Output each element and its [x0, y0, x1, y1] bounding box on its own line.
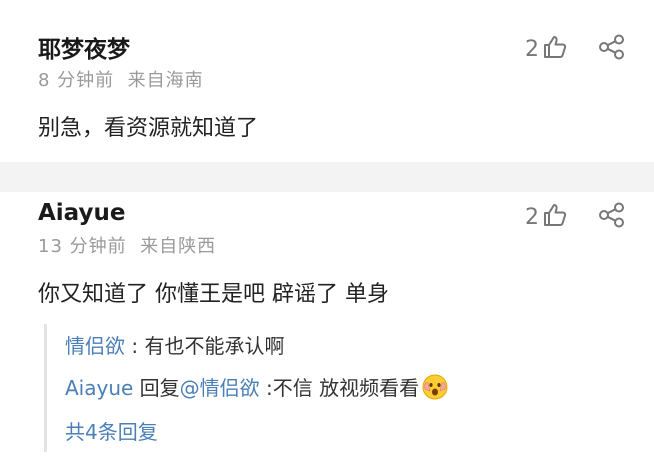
thumbs-up-icon — [542, 202, 568, 232]
reply-item[interactable]: Aiayue 回复@情侣欲 :不信 放视频看看 — [65, 372, 449, 406]
reply-text: 有也不能承认啊 — [144, 334, 285, 358]
comment-text: 你又知道了 你懂王是吧 辟谣了 单身 — [38, 282, 389, 307]
comment-actions: 2 — [525, 202, 626, 232]
comment-item: 耶梦夜梦 8 分钟前 来自海南 别急，看资源就知道了 2 — [0, 0, 654, 162]
comment-meta: 13 分钟前 来自陕西 — [38, 232, 216, 258]
like-button[interactable]: 2 — [525, 202, 568, 232]
comment-username[interactable]: Aiayue — [38, 200, 125, 226]
comment-username[interactable]: 耶梦夜梦 — [38, 30, 130, 64]
like-button[interactable]: 2 — [525, 34, 568, 64]
comment-meta: 8 分钟前 来自海南 — [38, 66, 204, 92]
reply-text: 不信 放视频看看 — [272, 376, 420, 400]
like-count: 2 — [525, 204, 539, 230]
thumbs-up-icon — [542, 34, 568, 64]
comment-location: 来自海南 — [127, 70, 204, 91]
face-emoji-icon — [421, 373, 449, 406]
comment-time: 13 分钟前 — [38, 236, 127, 257]
comment-item: Aiayue 13 分钟前 来自陕西 你又知道了 你懂王是吧 辟谣了 单身 2 — [0, 192, 654, 466]
reply-list: 情侣欲 : 有也不能承认啊 Aiayue 回复@情侣欲 :不信 放视频看看 共4… — [44, 324, 627, 452]
more-replies-link[interactable]: 共4条回复 — [65, 416, 158, 445]
comment-actions: 2 — [525, 34, 626, 64]
reply-word: 回复 — [133, 376, 180, 400]
reply-separator: : — [259, 376, 273, 400]
comment-text: 别急，看资源就知道了 — [38, 116, 259, 141]
share-icon — [598, 34, 626, 64]
reply-mention[interactable]: @情侣欲 — [180, 376, 260, 400]
reply-username[interactable]: 情侣欲 — [65, 334, 125, 358]
like-count: 2 — [525, 36, 539, 62]
comment-location: 来自陕西 — [140, 236, 217, 257]
comment-time: 8 分钟前 — [38, 70, 115, 91]
reply-separator: : — [125, 334, 145, 358]
share-button[interactable] — [598, 202, 626, 232]
comment-divider — [0, 162, 654, 192]
share-icon — [598, 202, 626, 232]
reply-item[interactable]: 情侣欲 : 有也不能承认啊 — [65, 330, 284, 359]
share-button[interactable] — [598, 34, 626, 64]
reply-username[interactable]: Aiayue — [65, 376, 133, 400]
